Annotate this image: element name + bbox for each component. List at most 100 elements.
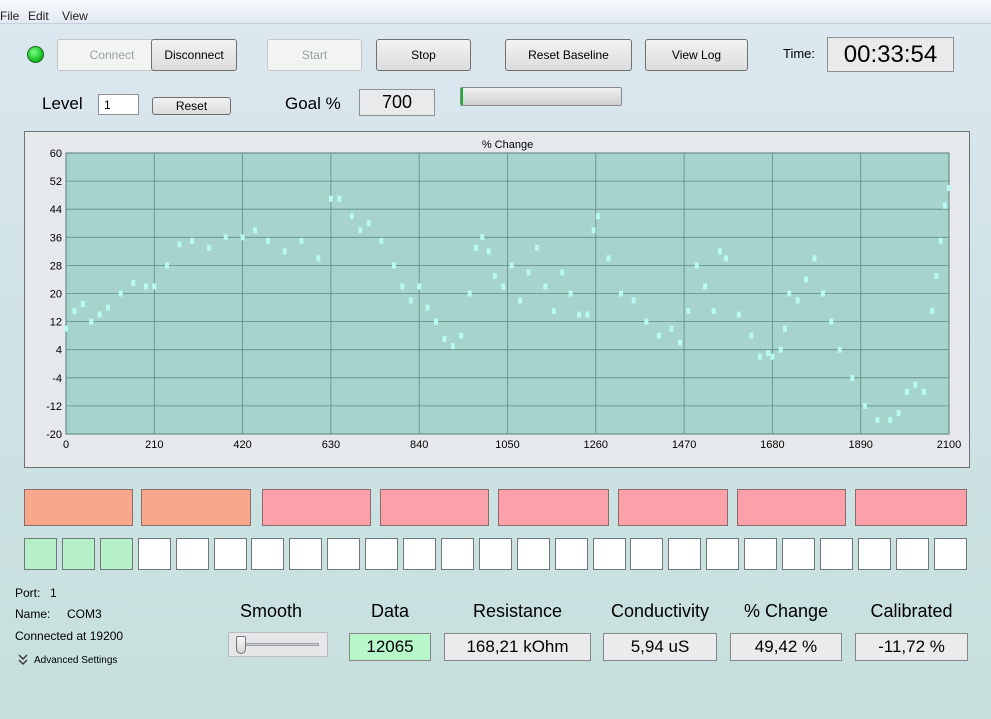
port-label: Port:: [15, 586, 41, 600]
data-point: [106, 304, 111, 311]
connection-info: Connected at 19200: [15, 629, 124, 643]
data-point: [619, 290, 624, 297]
advanced-settings-toggle[interactable]: Advanced Settings: [18, 654, 117, 666]
data-point: [72, 308, 77, 315]
data-point: [778, 346, 783, 353]
port-value: 1: [50, 586, 57, 600]
level-indicator-square: [857, 538, 891, 570]
data-point: [711, 308, 716, 315]
y-tick-label: 20: [50, 289, 62, 301]
disconnect-button[interactable]: Disconnect: [151, 39, 237, 71]
y-tick-label: -20: [46, 429, 62, 441]
data-point: [783, 325, 788, 332]
data-point: [408, 297, 413, 304]
level-label: Level: [42, 94, 83, 113]
data-point: [677, 339, 682, 346]
start-button[interactable]: Start: [267, 39, 362, 71]
data-point: [282, 248, 287, 255]
level-indicator-square: [668, 538, 702, 570]
menu-view[interactable]: View: [62, 9, 88, 23]
level-indicator-square: [24, 538, 57, 570]
data-point: [190, 237, 195, 244]
data-point: [543, 283, 548, 290]
y-tick-label: 28: [50, 260, 62, 272]
data-point: [787, 290, 792, 297]
menu-bar: File Edit View: [0, 0, 991, 24]
x-tick-label: 0: [63, 439, 69, 451]
status-tile: [380, 489, 489, 526]
data-point: [850, 374, 855, 381]
data-point: [526, 269, 531, 276]
data-point: [736, 311, 741, 318]
data-point: [177, 241, 182, 248]
level-indicator-square: [933, 538, 967, 570]
data-point: [591, 227, 596, 234]
data-point: [473, 244, 478, 251]
data-point: [486, 248, 491, 255]
data-point: [480, 234, 485, 241]
level-reset-button[interactable]: Reset: [152, 97, 231, 115]
level-indicator-square: [782, 538, 815, 570]
y-tick-label: 44: [50, 204, 62, 216]
data-point: [240, 234, 245, 241]
data-point: [568, 290, 573, 297]
level-field[interactable]: 1: [98, 94, 139, 115]
chart-title: % Change: [482, 139, 533, 151]
x-tick-label: 420: [233, 439, 251, 451]
data-point: [656, 332, 661, 339]
percent-change-label: % Change: [743, 601, 829, 621]
view-log-button[interactable]: View Log: [645, 39, 748, 71]
data-point: [97, 311, 102, 318]
level-indicator-square: [251, 538, 285, 570]
status-tile: [141, 489, 251, 526]
x-tick-label: 1470: [672, 439, 696, 451]
x-tick-label: 1260: [584, 439, 608, 451]
status-tile: [618, 489, 728, 526]
x-tick-label: 1890: [848, 439, 872, 451]
data-point: [812, 255, 817, 262]
goal-progress-fill: [461, 88, 463, 105]
data-point: [904, 388, 909, 395]
conductivity-label: Conductivity: [610, 601, 710, 621]
smooth-slider[interactable]: [228, 632, 328, 657]
smooth-slider-thumb[interactable]: [236, 636, 246, 654]
data-point: [703, 283, 708, 290]
status-tile: [855, 489, 967, 526]
goal-field[interactable]: 700: [359, 89, 435, 116]
reset-baseline-button[interactable]: Reset Baseline: [505, 39, 632, 71]
data-point: [501, 283, 506, 290]
menu-file[interactable]: File: [0, 9, 19, 23]
y-tick-label: -12: [46, 401, 62, 413]
x-tick-label: 840: [410, 439, 428, 451]
level-indicator-square: [895, 538, 929, 570]
calibrated-label: Calibrated: [870, 601, 953, 621]
data-point: [118, 290, 123, 297]
advanced-settings-label: Advanced Settings: [34, 654, 118, 666]
data-point: [717, 248, 722, 255]
x-tick-label: 210: [145, 439, 163, 451]
data-point: [631, 297, 636, 304]
time-label: Time:: [783, 46, 816, 61]
status-tile: [737, 489, 846, 526]
data-point: [942, 202, 947, 209]
menu-edit[interactable]: Edit: [28, 9, 49, 23]
data-point: [829, 318, 834, 325]
data-point: [551, 308, 556, 315]
data-point: [492, 272, 497, 279]
data-point: [425, 304, 430, 311]
percent-change-readout: 49,42 %: [730, 633, 842, 661]
y-tick-label: -4: [52, 373, 62, 385]
status-tile: [262, 489, 371, 526]
data-point: [450, 343, 455, 350]
level-indicator-square: [365, 538, 399, 570]
data-point: [358, 227, 363, 234]
data-point: [795, 297, 800, 304]
smooth-label: Smooth: [239, 601, 303, 621]
y-tick-label: 36: [50, 232, 62, 244]
stop-button[interactable]: Stop: [376, 39, 471, 71]
data-point: [328, 195, 333, 202]
data-point: [837, 346, 842, 353]
y-tick-label: 52: [50, 176, 62, 188]
data-point: [862, 402, 867, 409]
level-indicator-square: [61, 538, 95, 570]
